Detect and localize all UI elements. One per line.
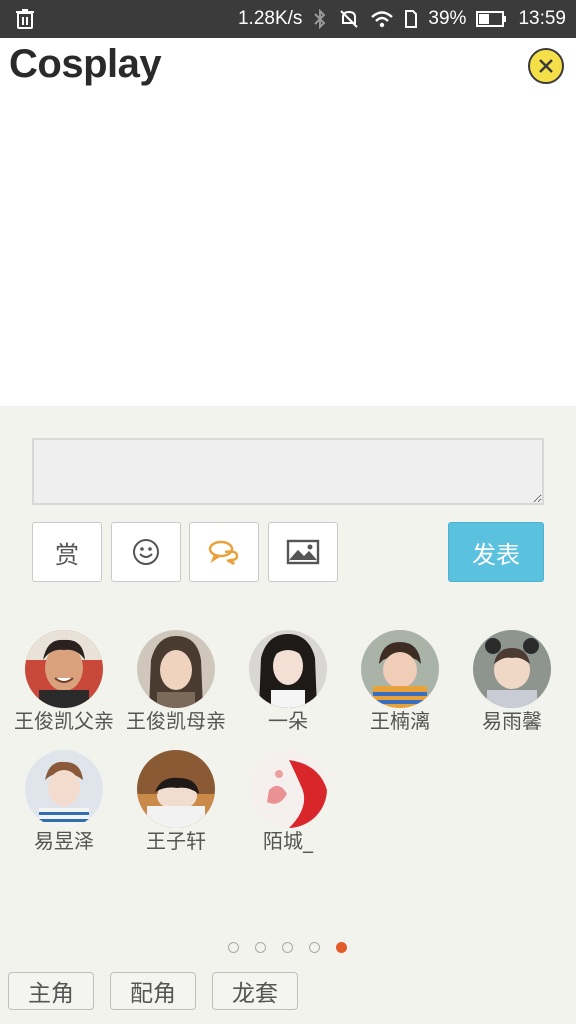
character-name: 王俊凯父亲 [14, 709, 114, 733]
character-name: 王子轩 [146, 829, 206, 853]
page-dot-active[interactable] [336, 942, 347, 953]
bluetooth-icon [314, 9, 326, 29]
character-item[interactable]: 王子轩 [120, 750, 232, 854]
character-item[interactable]: 王楠漓 [344, 630, 456, 734]
status-bar: 1.28K/s 39% 13:59 [0, 0, 576, 38]
character-name: 易昱泽 [34, 829, 94, 853]
network-speed: 1.28K/s [237, 8, 303, 29]
character-name: 一朵 [268, 709, 308, 733]
comment-input[interactable] [32, 438, 544, 505]
character-item[interactable]: 陌城_ [232, 750, 344, 854]
tab-extra[interactable]: 龙套 [212, 972, 298, 1010]
image-button[interactable] [268, 522, 338, 582]
character-name: 陌城_ [263, 829, 313, 853]
trash-icon [16, 9, 34, 29]
avatar [249, 750, 327, 828]
sim-icon [405, 10, 418, 28]
page-dot[interactable] [282, 942, 293, 953]
character-item[interactable]: 王俊凯父亲 [8, 630, 120, 734]
image-icon [286, 539, 320, 565]
avatar [473, 630, 551, 708]
mute-icon [340, 10, 359, 28]
tab-lead[interactable]: 主角 [8, 972, 94, 1010]
close-icon [539, 59, 553, 73]
emoji-button[interactable] [111, 522, 181, 582]
avatar [137, 750, 215, 828]
page-dot[interactable] [255, 942, 266, 953]
character-name: 王俊凯母亲 [126, 709, 226, 733]
reward-button[interactable]: 赏 [32, 522, 102, 582]
comment-panel: 赏 发表 王俊凯父亲 王俊凯母亲 一朵 王楠漓 易雨馨 易昱泽 王子轩 陌城_ … [0, 406, 576, 1024]
avatar [361, 630, 439, 708]
avatar [137, 630, 215, 708]
character-item[interactable]: 易雨馨 [456, 630, 568, 734]
tab-supporting[interactable]: 配角 [110, 972, 196, 1010]
character-item[interactable]: 王俊凯母亲 [120, 630, 232, 734]
close-button[interactable] [528, 48, 564, 84]
chat-button[interactable] [189, 522, 259, 582]
page-dot[interactable] [309, 942, 320, 953]
character-name: 王楠漓 [370, 709, 430, 733]
battery-icon [476, 11, 507, 27]
page-dot[interactable] [228, 942, 239, 953]
role-tabs: 主角 配角 龙套 [8, 972, 298, 1010]
avatar [25, 750, 103, 828]
character-item[interactable]: 一朵 [232, 630, 344, 734]
avatar [249, 630, 327, 708]
battery-percent: 39% [428, 8, 467, 29]
character-name: 易雨馨 [482, 709, 542, 733]
character-item[interactable]: 易昱泽 [8, 750, 120, 854]
page-indicator [228, 942, 347, 953]
chat-bubbles-icon [208, 540, 239, 566]
wifi-icon [371, 11, 394, 28]
clock: 13:59 [518, 8, 566, 29]
avatar [25, 630, 103, 708]
header: Cosplay [0, 38, 576, 406]
smiley-icon [133, 539, 159, 565]
reward-label: 赏 [55, 540, 79, 569]
post-button[interactable]: 发表 [448, 522, 544, 582]
page-title: Cosplay [9, 42, 162, 86]
